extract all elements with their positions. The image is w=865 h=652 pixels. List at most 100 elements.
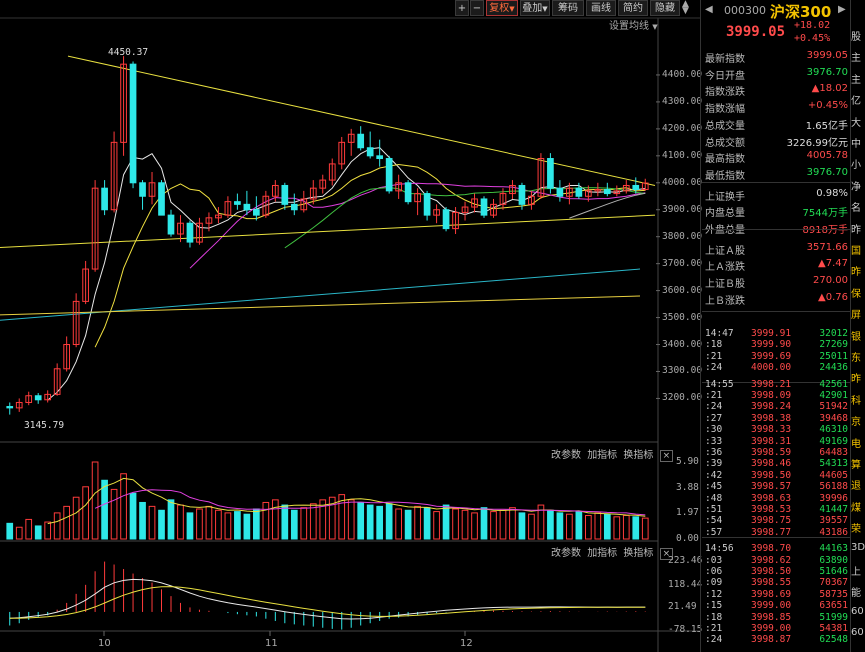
high-annotation: 4450.37 [108,47,149,58]
side-strip-item[interactable]: 银 [851,328,865,344]
quote-value: 3226.99亿元 [786,137,848,149]
side-strip-item[interactable]: 昨 [851,263,865,279]
quote-label: 上证换手 [705,191,745,203]
side-strip-item[interactable]: 煤 [851,499,865,515]
volume-bar [566,513,573,540]
price-axis-label: 3600.00 [662,284,703,296]
quote-label: 最高指数 [705,154,745,166]
draw-line-button[interactable]: 画线 [586,0,616,16]
side-strip-item[interactable]: 上 [851,563,865,579]
quote-row: 指数涨幅 +0.45% [705,100,848,116]
side-strip-item[interactable]: 荣 [851,520,865,536]
macd-change-params-button[interactable]: 改参数 [551,548,581,559]
vol-switch-indicator-button[interactable]: 换指标 [623,450,653,461]
side-strip-item[interactable]: 京 [851,413,865,429]
side-strip-item[interactable]: 昨 [851,370,865,386]
caret-down-icon: ▼ [509,5,515,13]
tick-volume: 44163 [819,543,848,555]
side-strip-item[interactable]: 屏 [851,306,865,322]
fuquan-button[interactable]: 复权▼ [486,0,518,16]
tick-time: :18 [705,339,723,351]
vol-change-params-button[interactable]: 改参数 [551,450,581,461]
overlay-button[interactable]: 叠加▼ [520,0,550,16]
side-strip-item[interactable]: 60 [851,627,865,643]
tick-time: :12 [705,588,723,600]
tick-price: 3998.77 [751,526,792,538]
side-strip-item[interactable]: 国 [851,242,865,258]
volume-bar [158,509,165,540]
quote-row: 上证Ａ股 3571.66 [705,242,848,258]
next-stock-icon[interactable]: ▶ [838,4,846,15]
side-strip-item[interactable]: 能 [851,584,865,600]
side-strip-item[interactable]: 净 [851,178,865,194]
volume-bar [224,512,232,540]
vol-add-indicator-button[interactable]: 加指标 [587,450,617,461]
tick-volume: 64483 [819,447,848,458]
quote-row: 上Ａ涨跌 ▲7.47 [705,258,848,274]
side-strip-item[interactable]: 大 [851,114,865,130]
low-annotation: 3145.79 [24,420,65,431]
tick-price: 3998.21 [751,378,792,390]
caret-down-icon: ▼ [652,23,658,31]
volume-bar [205,505,213,540]
prev-stock-icon[interactable]: ◀ [705,4,713,15]
volume-bar [357,501,365,540]
quote-value: ▲0.76 [818,291,848,303]
volume-bar [594,512,602,540]
tick-price: 3998.85 [751,611,792,623]
close-icon[interactable]: × [659,450,674,462]
trendline [67,55,656,186]
macd-switch-indicator-button[interactable]: 换指标 [623,548,653,559]
side-strip-item[interactable]: 退 [851,477,865,493]
side-strip-item[interactable]: 亿 [851,92,865,108]
side-strip-item[interactable]: 股 [851,28,865,44]
volume-bar [632,516,640,540]
volume-bar [177,504,184,540]
volume-ma-line [47,477,646,525]
tick-time: :33 [705,435,723,447]
side-strip-item[interactable]: 电 [851,435,865,451]
side-strip-item[interactable]: 算 [851,456,865,472]
toolbar-nav[interactable]: ▲ ▼ [682,0,689,16]
side-strip-item[interactable]: 60 [851,606,865,622]
tick-time: :57 [705,526,723,538]
tick-volume: 51999 [819,611,848,623]
tick-time: :24 [705,401,723,413]
candle-body [6,406,14,409]
zoom-in-button[interactable]: + [455,0,469,16]
side-strip-item[interactable]: 保 [851,285,865,301]
side-strip-item[interactable]: 中 [851,135,865,151]
tick-time: :09 [705,577,723,589]
zoom-out-button[interactable]: − [470,0,484,16]
side-strip-item[interactable]: 昨 [851,221,865,237]
chip-button[interactable]: 筹码 [552,0,584,16]
caret-down-icon: ▼ [542,5,548,13]
side-strip-item[interactable]: 3D [851,542,865,558]
tick-volume: 42561 [819,378,848,390]
side-strip-item[interactable]: 东 [851,349,865,365]
side-strip-item[interactable]: 名 [851,199,865,215]
volume-bar [110,488,118,540]
quote-value: 0.98% [816,187,848,199]
macd-add-indicator-button[interactable]: 加指标 [587,548,617,559]
quote-value: 3999.05 [806,50,848,61]
tick-volume: 49169 [819,435,848,447]
candle-body [404,182,412,203]
side-strip-item[interactable]: 小 [851,156,865,172]
volume-bar [452,508,459,540]
hide-button[interactable]: 隐藏 [650,0,680,16]
tick-price: 3998.53 [751,504,792,515]
side-strip-item[interactable]: 主 [851,71,865,87]
volume-bar [186,512,194,540]
tick-price: 3998.55 [751,577,792,589]
side-strip-item[interactable]: 主 [851,49,865,65]
tick-time: :51 [705,504,723,515]
simple-button[interactable]: 简约 [618,0,648,16]
ma-long-line [0,268,641,321]
volume-bar [603,513,611,540]
set-ma-link[interactable]: 设置均线 ▼ [609,17,658,32]
quote-label: 今日开盘 [705,70,745,82]
chevron-down-icon[interactable]: ▼ [682,7,689,16]
candle-body [442,209,450,230]
side-strip-item[interactable]: 科 [851,392,865,408]
